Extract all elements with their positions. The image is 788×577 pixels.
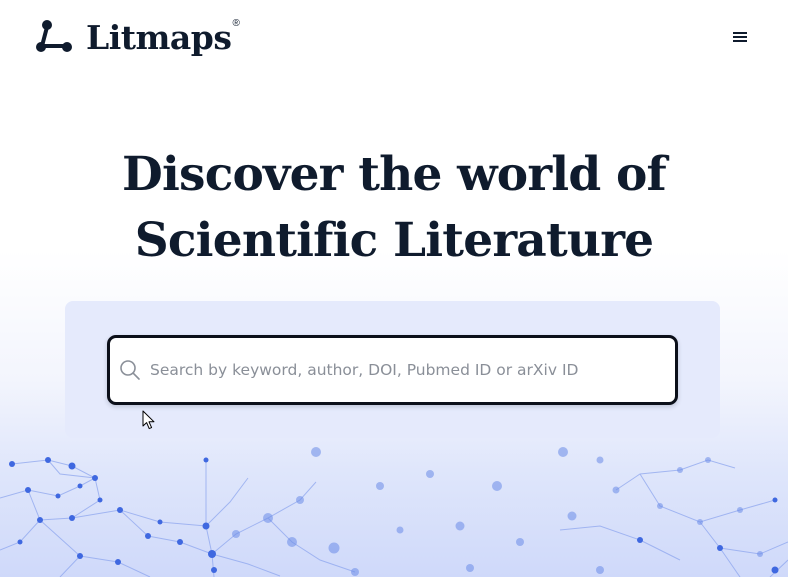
hero-title: Discover the world of Scientific Literat… bbox=[0, 142, 788, 274]
brand-name: Litmaps bbox=[86, 17, 232, 57]
search-icon bbox=[120, 360, 140, 380]
hero-title-line-2: Scientific Literature bbox=[134, 213, 654, 268]
search-panel bbox=[65, 301, 720, 438]
search-box[interactable] bbox=[107, 335, 678, 405]
hamburger-menu-button[interactable] bbox=[727, 26, 753, 48]
litmaps-logo[interactable]: Litmaps ® bbox=[34, 14, 240, 60]
site-header: Litmaps ® bbox=[0, 0, 788, 75]
mouse-pointer-icon bbox=[142, 410, 155, 430]
hamburger-menu-icon bbox=[733, 32, 747, 42]
litmaps-logo-icon bbox=[36, 20, 72, 52]
registered-mark: ® bbox=[232, 17, 240, 29]
hero-title-line-1: Discover the world of bbox=[122, 147, 667, 202]
network-graph-illustration bbox=[0, 447, 788, 577]
search-input[interactable] bbox=[150, 361, 650, 379]
